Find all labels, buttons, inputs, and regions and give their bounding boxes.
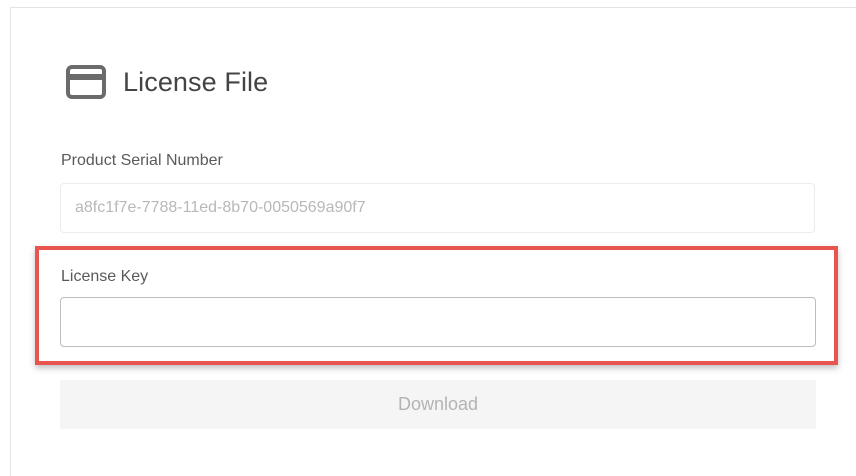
license-key-input[interactable] (60, 297, 816, 347)
page-title: License File (123, 66, 269, 97)
download-button[interactable]: Download (60, 380, 816, 429)
license-key-label: License Key (61, 268, 149, 285)
serial-number-label: Product Serial Number (61, 152, 223, 169)
serial-number-field[interactable]: a8fc1f7e-7788-11ed-8b70-0050569a90f7 (60, 183, 815, 233)
page: License File Product Serial Number a8fc1… (0, 0, 856, 476)
card-header: License File (66, 62, 268, 102)
serial-number-value: a8fc1f7e-7788-11ed-8b70-0050569a90f7 (75, 199, 366, 216)
credit-card-icon (66, 65, 106, 99)
